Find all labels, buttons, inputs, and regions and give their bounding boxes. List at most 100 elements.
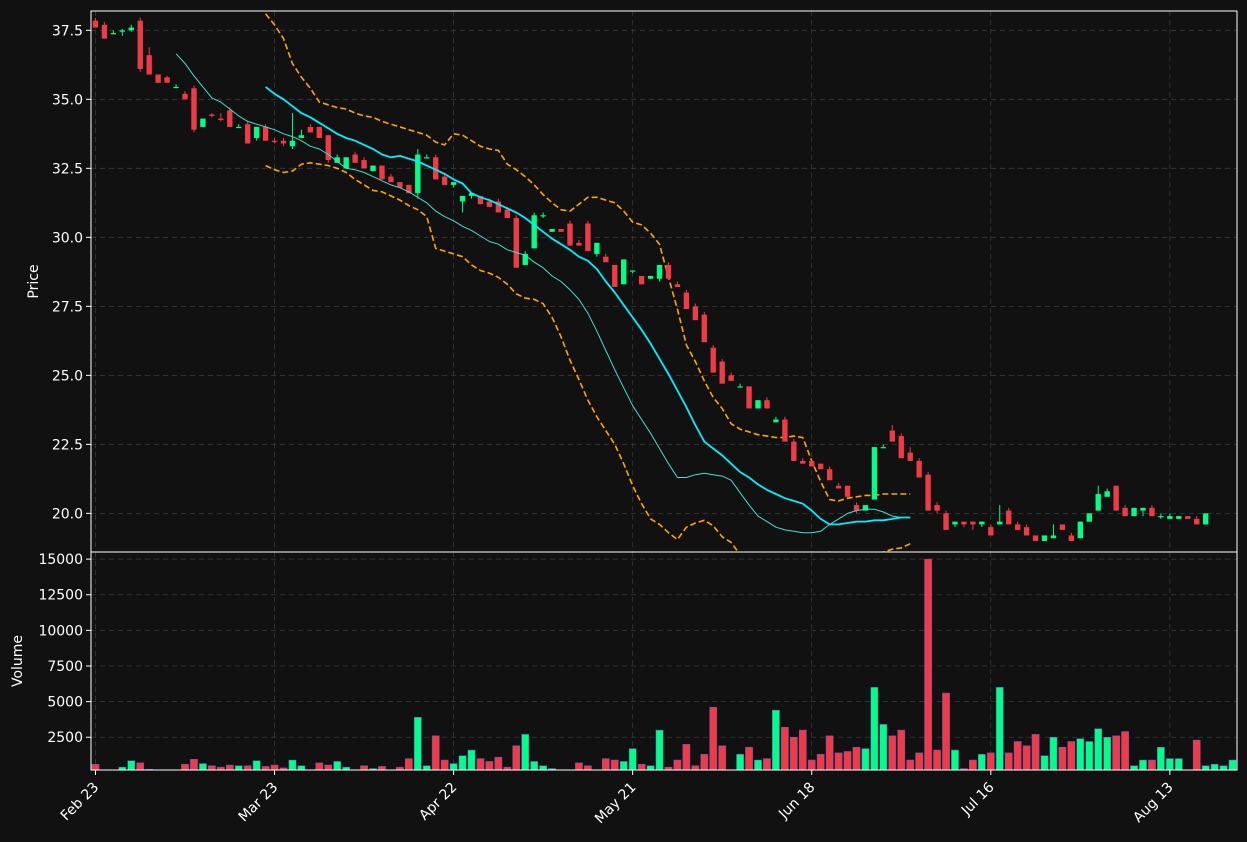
candle-down: [1059, 524, 1066, 530]
candle-body: [728, 375, 734, 381]
volume-bar: [476, 758, 485, 770]
volume-bar: [763, 758, 771, 770]
candle-up: [531, 212, 537, 249]
volume-bar: [1121, 731, 1129, 770]
volume-bar: [628, 748, 637, 770]
volume-bar: [485, 761, 494, 770]
candle-down: [683, 289, 690, 310]
candle-body: [934, 505, 940, 511]
price-y-tick-label: 20.0: [52, 506, 83, 522]
volume-bar: [807, 759, 816, 770]
volume-y-tick-label: 7500: [47, 659, 83, 675]
volume-bar: [324, 764, 333, 770]
price-y-tick-label: 32.5: [52, 161, 83, 177]
candle-body: [173, 86, 179, 89]
candle-body: [1006, 510, 1012, 525]
price-y-tick-label: 30.0: [52, 230, 83, 246]
volume-bar: [234, 765, 243, 770]
volume-bar: [440, 759, 449, 770]
volume-bar: [798, 729, 807, 770]
volume-bar: [825, 735, 834, 770]
volume-bar: [754, 759, 762, 770]
volume-bar: [1112, 735, 1120, 770]
candle-body: [227, 110, 233, 127]
volume-bar: [995, 687, 1004, 770]
volume-bar: [1094, 728, 1103, 770]
candle-body: [1194, 518, 1200, 525]
candle-body: [236, 126, 242, 129]
candle-body: [361, 160, 367, 169]
candle-body: [773, 419, 779, 423]
volume-bar: [915, 752, 923, 770]
candle-down: [809, 460, 815, 467]
volume-bar: [413, 717, 422, 770]
candle-body: [379, 165, 385, 180]
candle-down: [433, 154, 439, 180]
volume-bar: [243, 765, 252, 770]
candle-down: [791, 438, 797, 461]
candle-down: [558, 229, 564, 232]
candle-down: [325, 135, 331, 163]
candle-up: [1077, 521, 1084, 539]
volume-y-tick-label: 12500: [38, 588, 83, 604]
volume-bar: [494, 756, 503, 770]
volume-bar: [1201, 765, 1210, 770]
candle-down: [916, 458, 922, 478]
volume-bar: [91, 764, 100, 770]
candle-body: [710, 347, 716, 373]
volume-bar: [1040, 755, 1049, 770]
candle-body: [549, 229, 555, 232]
price-y-label: Price: [26, 264, 42, 298]
candle-body: [952, 521, 958, 525]
volume-bar: [1148, 759, 1156, 770]
volume-bar: [1031, 734, 1040, 770]
candle-body: [737, 386, 743, 388]
volume-bar: [261, 766, 270, 770]
candle-down: [612, 264, 618, 288]
candle-body: [146, 55, 152, 75]
volume-bar: [691, 765, 700, 770]
candle-down: [1032, 535, 1039, 541]
candle-body: [1032, 535, 1039, 541]
volume-bar: [1103, 736, 1112, 770]
candle-up: [1176, 516, 1182, 519]
candle-body: [1185, 516, 1191, 519]
candle-up: [621, 259, 627, 285]
candle-body: [809, 460, 815, 467]
candle-body: [603, 256, 609, 263]
candle-body: [835, 485, 842, 489]
candle-body: [1149, 507, 1155, 517]
candle-body: [1176, 516, 1182, 519]
candle-body: [1023, 527, 1030, 536]
volume-bar: [315, 762, 324, 770]
volume-bar: [646, 765, 655, 770]
candle-body: [889, 430, 895, 442]
volume-y-tick-label: 15000: [38, 552, 83, 568]
candle-body: [218, 118, 224, 121]
candle-body: [907, 452, 913, 461]
volume-bar: [852, 746, 861, 770]
candle-down: [817, 463, 824, 470]
volume-bar: [673, 759, 682, 770]
volume-bar: [879, 724, 888, 770]
volume-bar: [870, 687, 879, 770]
volume-bar: [190, 759, 198, 770]
volume-bar: [933, 749, 941, 770]
candle-body: [307, 126, 314, 133]
candle-body: [1077, 521, 1084, 539]
candle-up: [871, 447, 878, 500]
candle-body: [1041, 535, 1048, 541]
volume-bar: [610, 759, 619, 770]
candle-body: [853, 505, 860, 511]
candle-body: [638, 275, 645, 285]
candle-up: [549, 229, 555, 232]
candle-body: [540, 215, 546, 217]
volume-bar: [789, 736, 798, 770]
candle-down: [925, 471, 931, 511]
volume-bar: [1157, 746, 1165, 770]
volume-bar: [136, 762, 145, 770]
candle-body: [1122, 507, 1128, 517]
candle-down: [191, 85, 197, 133]
volume-bar: [718, 745, 727, 770]
volume-bar: [906, 759, 915, 770]
